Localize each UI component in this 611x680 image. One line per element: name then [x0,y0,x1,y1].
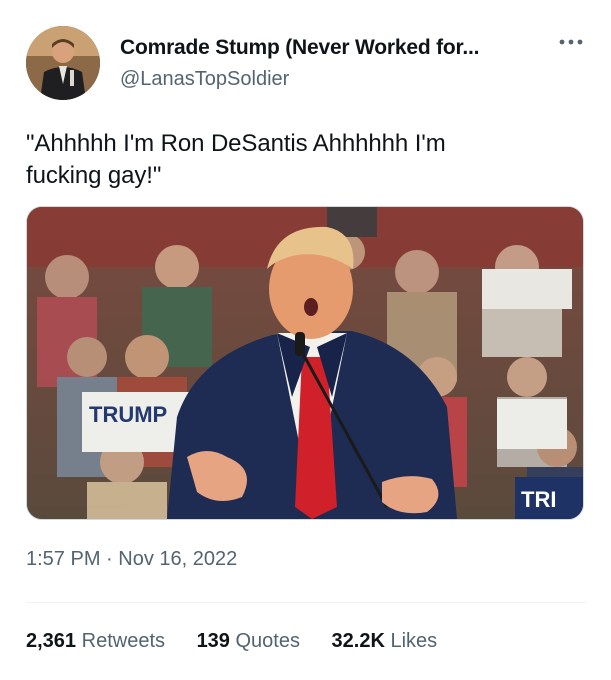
meta-separator: · [106,548,113,570]
author-handle[interactable]: @LanasTopSoldier [120,68,289,91]
tweet-media-image[interactable]: TRUMP TRI [26,206,584,520]
tweet-header: Comrade Stump (Never Worked for... @Lana… [26,26,586,102]
avatar-image [26,26,100,100]
svg-text:TRI: TRI [521,487,556,512]
more-options-icon[interactable] [556,32,586,52]
author-display-name[interactable]: Comrade Stump (Never Worked for... [120,36,479,60]
quotes-label: Quotes [235,630,300,652]
likes-stat[interactable]: 32.2K Likes [332,630,438,653]
tweet-text: "Ahhhhh I'm Ron DeSantis Ahhhhhh I'm fuc… [26,130,446,189]
quotes-count: 139 [196,630,230,652]
tweet-time: 1:57 PM [26,548,101,570]
media-sign-text: TRUMP [89,402,167,427]
likes-count: 32.2K [331,630,385,652]
engagement-stats: 2,361 Retweets 139 Quotes 32.2K Likes [26,630,463,653]
likes-label: Likes [390,630,438,652]
tweet-date: Nov 16, 2022 [118,548,238,570]
retweets-label: Retweets [81,630,165,652]
stats-divider [26,602,586,603]
retweets-stat[interactable]: 2,361 Retweets [26,630,165,653]
profile-avatar[interactable] [26,26,100,100]
retweets-count: 2,361 [26,630,77,652]
tweet-timestamp[interactable]: 1:57 PM · Nov 16, 2022 [26,548,237,571]
quotes-stat[interactable]: 139 Quotes [197,630,300,653]
